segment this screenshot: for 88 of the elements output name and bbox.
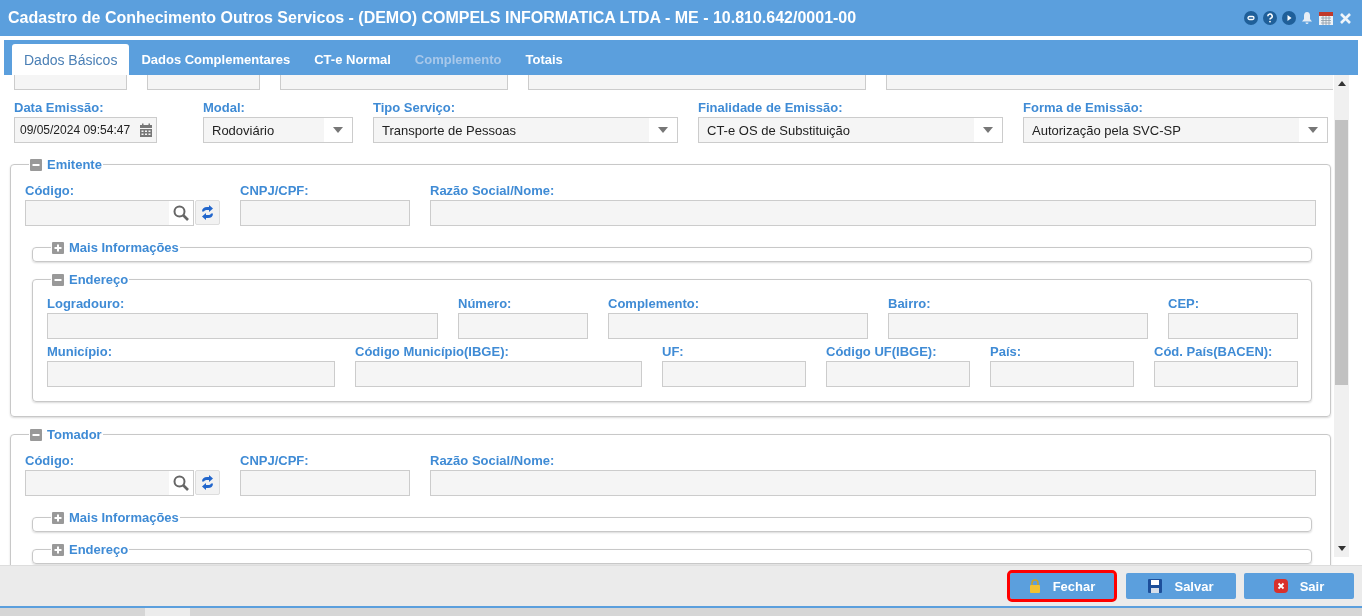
refresh-button[interactable] [195, 470, 220, 495]
dropdown[interactable]: Autorização pela SVC-SP [1023, 117, 1328, 143]
action-button[interactable]: Fechar [1010, 573, 1114, 599]
field-label: Bairro: [888, 296, 932, 313]
padlock-icon [1028, 579, 1041, 593]
input-field[interactable] [662, 361, 806, 387]
scrollbar-thumb[interactable] [1335, 120, 1348, 385]
field-label: CNPJ/CPF: [240, 183, 310, 200]
field-label: Número: [458, 296, 513, 313]
bell-icon[interactable] [1301, 11, 1313, 25]
input-field[interactable] [826, 361, 970, 387]
section-title: Mais Informações [69, 240, 179, 255]
input-field[interactable] [430, 200, 1316, 226]
caret-icon [1308, 127, 1318, 133]
field-label: Código UF(IBGE): [826, 344, 938, 361]
refresh-button[interactable] [195, 200, 220, 225]
field-label: Finalidade de Emissão: [698, 100, 844, 117]
dropdown[interactable]: Transporte de Pessoas [373, 117, 678, 143]
field-label: Logradouro: [47, 296, 126, 313]
caret-icon [983, 127, 993, 133]
field-label: Razão Social/Nome: [430, 453, 556, 470]
toggle-icon[interactable] [52, 543, 64, 556]
toggle-icon[interactable] [52, 273, 64, 286]
section-title: Endereço [69, 272, 129, 287]
field-label: Complemento: [608, 296, 700, 313]
scroll-down-icon[interactable] [1337, 546, 1346, 551]
tab[interactable]: Dados Básicos [12, 44, 130, 75]
toggle-icon[interactable] [52, 241, 64, 254]
refresh-icon [201, 475, 214, 490]
field-label: País: [990, 344, 1023, 361]
section-title: Emitente [47, 157, 102, 172]
field-label: Data Emissão: [14, 100, 105, 117]
tab[interactable]: Totais [513, 44, 575, 75]
field-label: UF: [662, 344, 685, 361]
toggle-icon[interactable] [30, 158, 42, 171]
play-icon[interactable] [1282, 11, 1296, 25]
calendar-icon[interactable] [1318, 10, 1334, 26]
input-field[interactable] [990, 361, 1134, 387]
input-field[interactable] [47, 361, 335, 387]
input-field[interactable] [608, 313, 868, 339]
tab[interactable]: CT-e Normal [302, 44, 403, 75]
input-field[interactable] [47, 313, 438, 339]
field-label: Cód. País(BACEN): [1154, 344, 1274, 361]
caret-icon [658, 127, 668, 133]
toggle-icon[interactable] [52, 511, 64, 524]
calendar-icon[interactable] [139, 123, 153, 137]
scrollbar[interactable] [1334, 75, 1349, 557]
field-label: Código: [25, 183, 76, 200]
input-field[interactable] [888, 313, 1148, 339]
section-title: Mais Informações [69, 510, 179, 525]
date-field[interactable]: 09/05/2024 09:54:47 [14, 117, 157, 143]
dropdown[interactable]: Rodoviário [203, 117, 353, 143]
field-label: CNPJ/CPF: [240, 453, 310, 470]
close-icon[interactable] [1339, 11, 1352, 25]
input-field[interactable] [458, 313, 588, 339]
action-button[interactable]: Sair [1244, 573, 1354, 599]
taskbar-tab[interactable] [145, 608, 190, 616]
field-label: CEP: [1168, 296, 1201, 313]
search-icon[interactable] [169, 201, 193, 225]
field-label: Código Município(IBGE): [355, 344, 510, 361]
code-field[interactable] [25, 470, 194, 496]
section-title: Tomador [47, 427, 102, 442]
dropdown[interactable]: CT-e OS de Substituição [698, 117, 1003, 143]
field-label: Código: [25, 453, 76, 470]
field-label: Município: [47, 344, 113, 361]
minimize-icon[interactable] [1244, 11, 1258, 25]
action-button[interactable]: Salvar [1126, 573, 1236, 599]
code-field[interactable] [25, 200, 194, 226]
field-label: Razão Social/Nome: [430, 183, 556, 200]
refresh-icon [201, 205, 214, 220]
window-title: Cadastro de Conhecimento Outros Servicos - (DEMO) COMPELS INFORMATICA LTDA - ME - 10.810.642/0001-00 [8, 9, 858, 27]
field-label: Forma de Emissão: [1023, 100, 1144, 117]
input-field[interactable] [1154, 361, 1298, 387]
input-field[interactable] [240, 470, 410, 496]
caret-icon [333, 127, 343, 133]
input-field[interactable] [240, 200, 410, 226]
tab[interactable]: Dados Complementares [129, 44, 303, 75]
section-title: Endereço [69, 542, 129, 557]
field-label: Tipo Serviço: [373, 100, 457, 117]
search-icon[interactable] [169, 471, 193, 495]
scroll-up-icon[interactable] [1337, 81, 1346, 86]
input-field[interactable] [355, 361, 642, 387]
cancel-icon [1273, 579, 1288, 593]
help-icon[interactable] [1263, 11, 1277, 25]
input-field[interactable] [430, 470, 1316, 496]
input-field[interactable] [1168, 313, 1298, 339]
field-label: Modal: [203, 100, 246, 117]
toggle-icon[interactable] [30, 428, 42, 441]
